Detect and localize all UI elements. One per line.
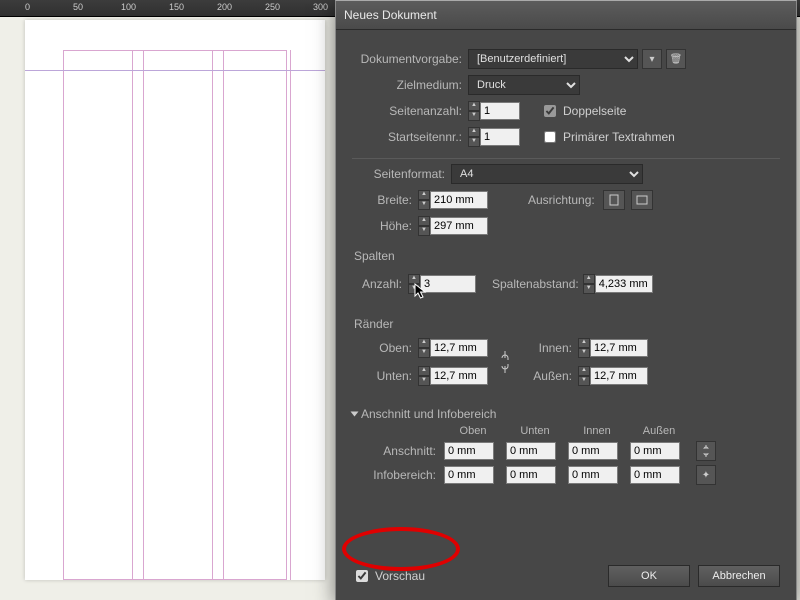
margin-bottom-input[interactable] <box>430 367 488 385</box>
width-label: Breite: <box>352 193 418 207</box>
cancel-button[interactable]: Abbrechen <box>698 565 780 587</box>
bleed-bottom-input[interactable] <box>506 442 556 460</box>
orientation-label: Ausrichtung: <box>528 193 595 207</box>
primary-textframe-checkbox[interactable]: Primärer Textrahmen <box>540 128 675 146</box>
column-count-stepper[interactable]: ▲▼ <box>408 274 418 294</box>
bleed-col-top: Oben <box>444 425 502 437</box>
margin-inside-label: Innen: <box>522 341 578 355</box>
bleed-outside-input[interactable] <box>630 442 680 460</box>
column-count-input[interactable] <box>420 275 476 293</box>
bleed-link-icon[interactable] <box>696 441 716 461</box>
bleed-col-outside: Außen <box>630 425 688 437</box>
save-preset-icon[interactable]: ▾ <box>642 49 662 69</box>
slug-row-label: Infobereich: <box>352 468 440 482</box>
margins-section-label: Ränder <box>354 317 780 331</box>
pages-stepper[interactable]: ▲▼ <box>468 101 478 121</box>
orientation-portrait-icon[interactable] <box>603 190 625 210</box>
margin-outside-label: Außen: <box>522 369 578 383</box>
gutter-stepper[interactable]: ▲▼ <box>583 274 593 294</box>
preset-select[interactable]: [Benutzerdefiniert] <box>468 49 638 69</box>
height-input[interactable] <box>430 217 488 235</box>
margin-outside-input[interactable] <box>590 367 648 385</box>
orientation-landscape-icon[interactable] <box>631 190 653 210</box>
dialog-titlebar[interactable]: Neues Dokument <box>336 1 796 30</box>
bleed-col-bottom: Unten <box>506 425 564 437</box>
width-stepper[interactable]: ▲▼ <box>418 190 428 210</box>
pages-label: Seitenanzahl: <box>352 104 468 118</box>
pages-input[interactable] <box>480 102 520 120</box>
margin-bottom-label: Unten: <box>352 369 418 383</box>
delete-preset-icon[interactable]: 🗑 <box>666 49 686 69</box>
startpage-stepper[interactable]: ▲▼ <box>468 127 478 147</box>
pageformat-select[interactable]: A4 <box>451 164 643 184</box>
bleed-row-label: Anschnitt: <box>352 444 440 458</box>
height-label: Höhe: <box>352 219 418 233</box>
column-count-label: Anzahl: <box>352 277 408 291</box>
startpage-input[interactable] <box>480 128 520 146</box>
margin-bottom-stepper[interactable]: ▲▼ <box>418 366 428 386</box>
pageformat-label: Seitenformat: <box>352 167 451 181</box>
new-document-dialog: Neues Dokument Dokumentvorgabe: [Benutze… <box>335 0 797 600</box>
page-preview <box>25 20 325 580</box>
dialog-title: Neues Dokument <box>344 8 437 22</box>
gutter-label: Spaltenabstand: <box>492 277 579 291</box>
slug-link-icon[interactable]: ✦ <box>696 465 716 485</box>
startpage-label: Startseitennr.: <box>352 130 468 144</box>
intent-select[interactable]: Druck <box>468 75 580 95</box>
bleed-section-label: Anschnitt und Infobereich <box>361 407 496 421</box>
height-stepper[interactable]: ▲▼ <box>418 216 428 236</box>
bleed-disclosure-icon[interactable] <box>351 412 359 417</box>
slug-top-input[interactable] <box>444 466 494 484</box>
slug-bottom-input[interactable] <box>506 466 556 484</box>
ok-button[interactable]: OK <box>608 565 690 587</box>
bleed-inside-input[interactable] <box>568 442 618 460</box>
columns-section-label: Spalten <box>354 249 780 263</box>
facing-pages-checkbox[interactable]: Doppelseite <box>540 102 626 120</box>
margin-inside-stepper[interactable]: ▲▼ <box>578 338 588 358</box>
slug-outside-input[interactable] <box>630 466 680 484</box>
slug-inside-input[interactable] <box>568 466 618 484</box>
bleed-col-inside: Innen <box>568 425 626 437</box>
margin-outside-stepper[interactable]: ▲▼ <box>578 366 588 386</box>
intent-label: Zielmedium: <box>352 78 468 92</box>
gutter-input[interactable] <box>595 275 653 293</box>
margin-top-label: Oben: <box>352 341 418 355</box>
preset-label: Dokumentvorgabe: <box>352 52 468 66</box>
margin-top-input[interactable] <box>430 339 488 357</box>
margin-link-icon[interactable] <box>496 348 514 376</box>
margin-inside-input[interactable] <box>590 339 648 357</box>
margin-top-stepper[interactable]: ▲▼ <box>418 338 428 358</box>
bleed-top-input[interactable] <box>444 442 494 460</box>
preview-checkbox[interactable]: Vorschau <box>352 567 425 585</box>
width-input[interactable] <box>430 191 488 209</box>
